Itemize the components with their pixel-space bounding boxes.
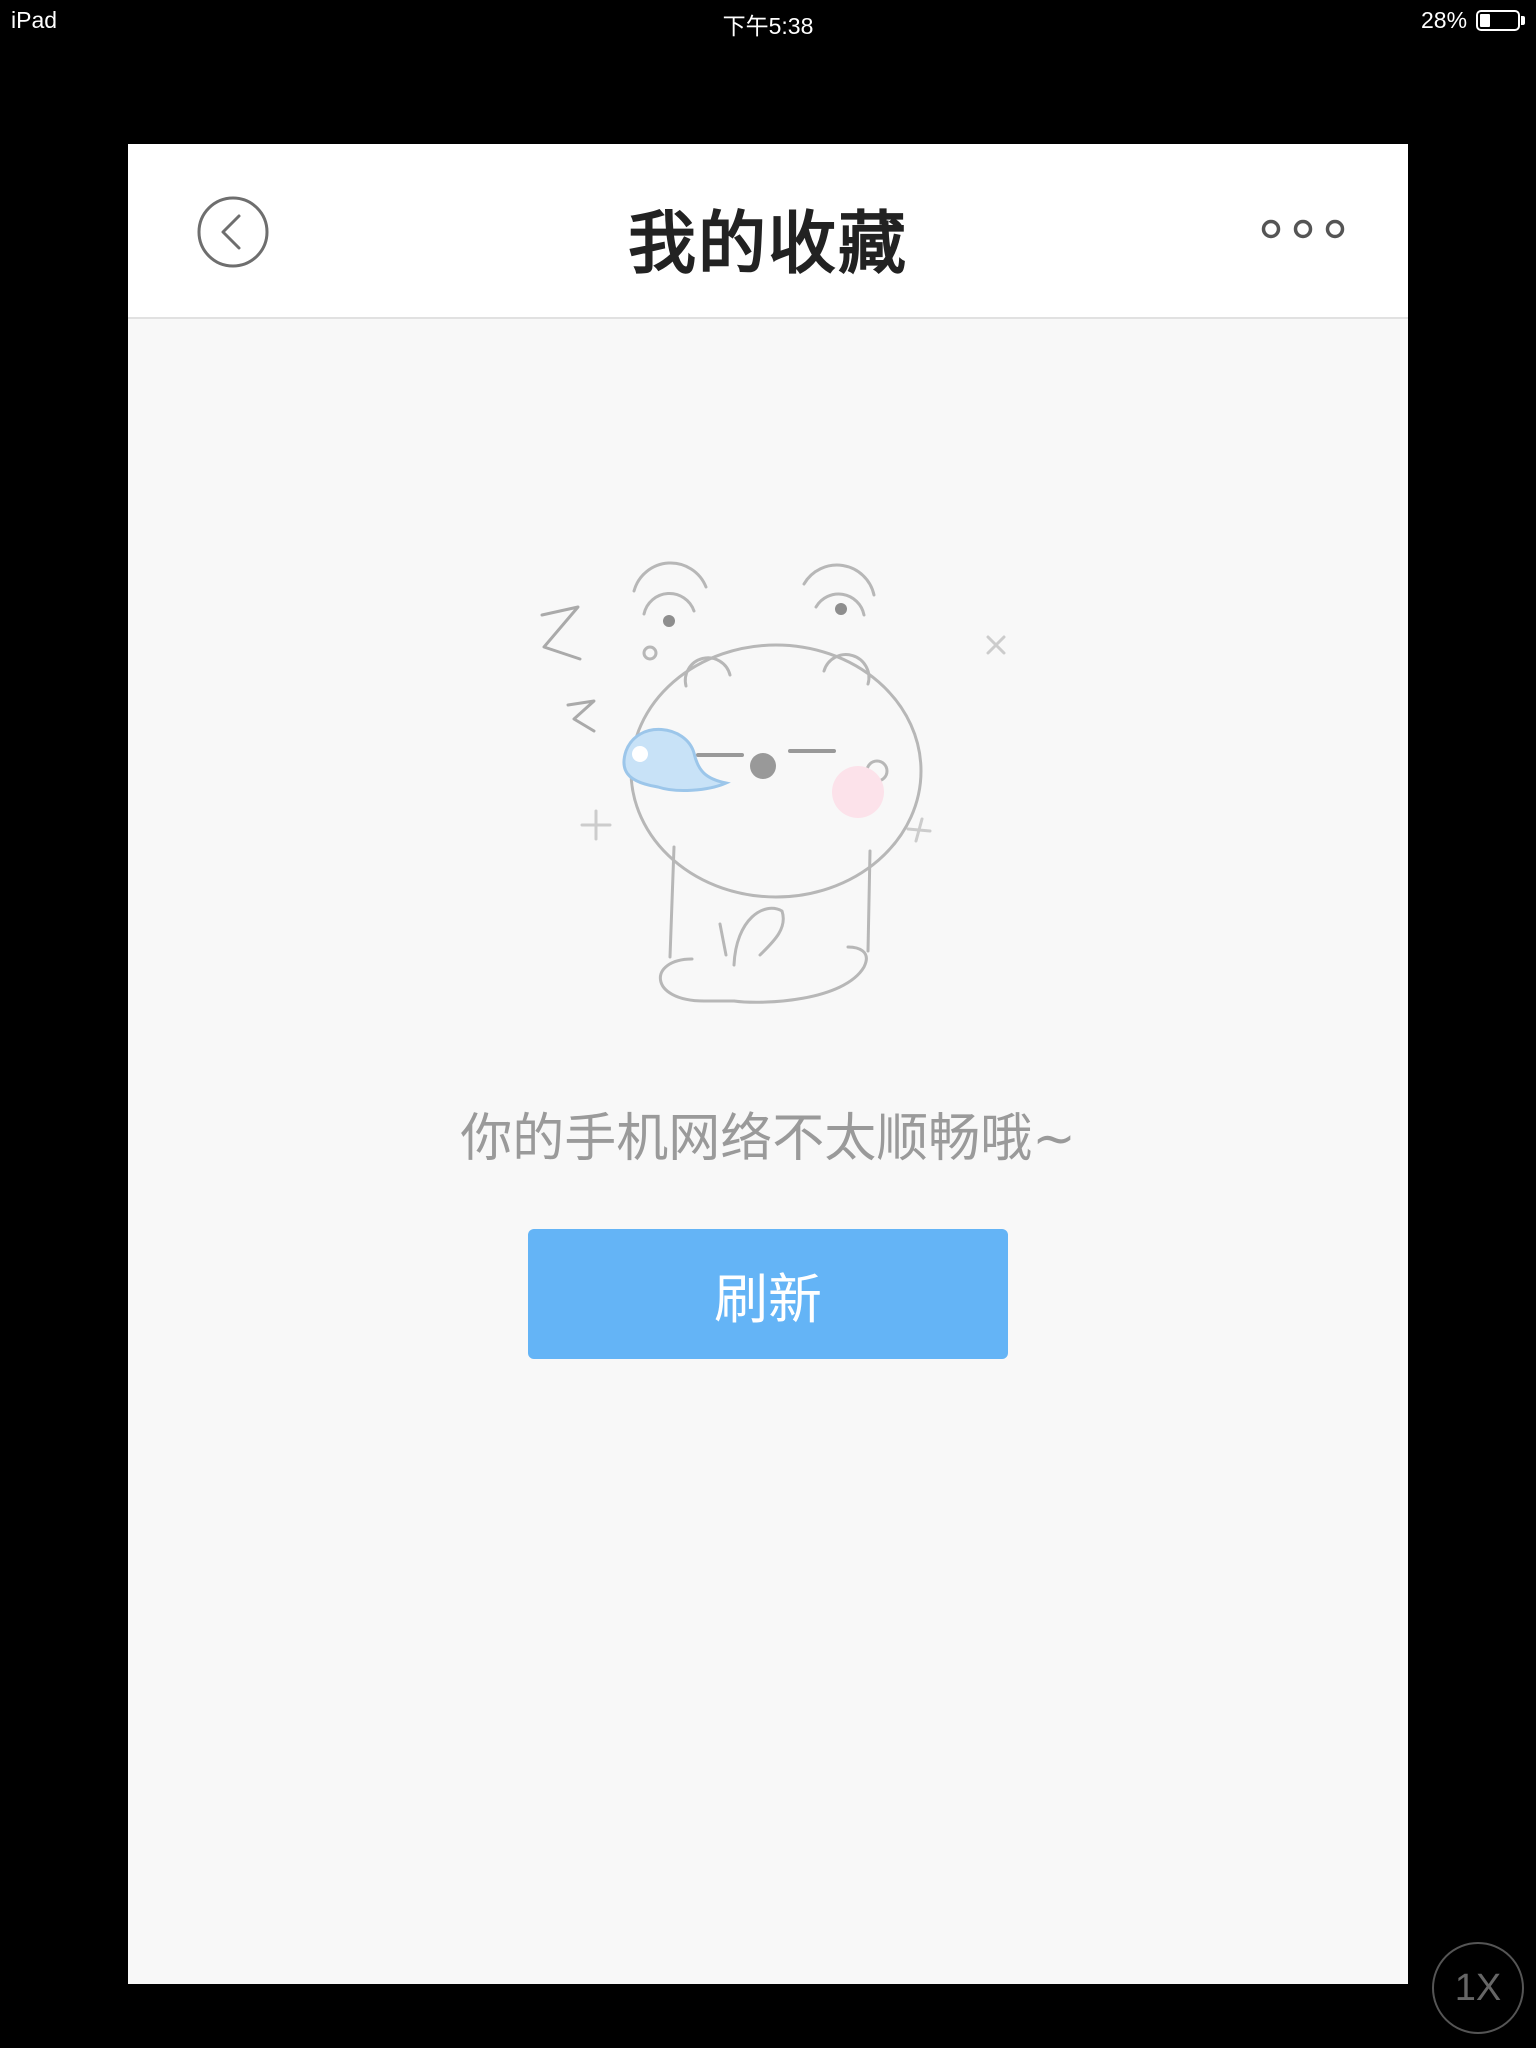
sleeping-bear-icon	[498, 539, 1058, 1009]
more-dots-icon	[1261, 219, 1345, 239]
battery-icon	[1476, 10, 1520, 31]
page-title: 我的收藏	[627, 205, 908, 284]
battery-cap	[1521, 16, 1525, 25]
app-window: 我的收藏 你的手机网络不太顺畅哦~ 刷新	[128, 144, 1408, 1984]
nav-bar: 我的收藏	[128, 144, 1408, 319]
ipad-screen: iPad 下午5:38 28% 我的收藏 你的手机网络不太顺畅哦~ 刷新 1X	[0, 0, 1536, 2048]
battery-percent: 28%	[1421, 7, 1468, 33]
refresh-button[interactable]: 刷新	[528, 1229, 1008, 1359]
status-time: 下午5:38	[722, 13, 814, 39]
more-button[interactable]	[1255, 204, 1351, 254]
status-bar: iPad 下午5:38 28%	[0, 0, 1536, 40]
network-error-message: 你的手机网络不太顺畅哦~	[460, 1109, 1076, 1169]
zoom-badge[interactable]: 1X	[1432, 1942, 1524, 2034]
battery-level	[1480, 14, 1490, 27]
